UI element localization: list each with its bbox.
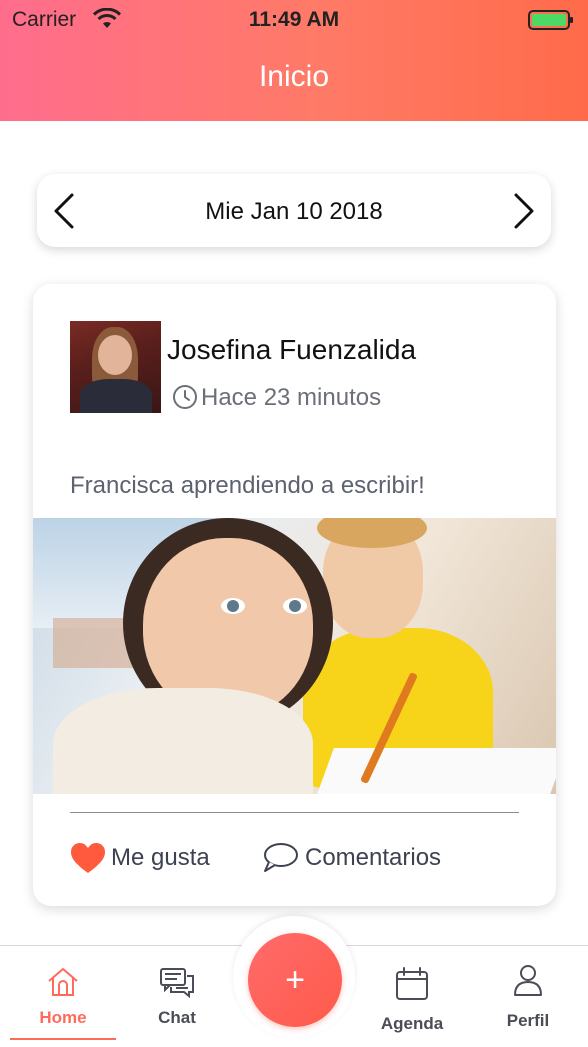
- chat-icon: [160, 968, 194, 999]
- current-date: Mie Jan 10 2018: [205, 198, 383, 225]
- tab-chat-label: Chat: [158, 1008, 196, 1027]
- battery-icon: [528, 10, 573, 30]
- tab-home-label: Home: [39, 1008, 87, 1027]
- tab-home[interactable]: Home: [10, 946, 116, 1047]
- clock-icon: [173, 385, 197, 409]
- home-icon: [48, 968, 78, 996]
- post-card: Josefina Fuenzalida Hace 23 minutos Fran…: [33, 284, 556, 906]
- tab-perfil-label: Perfil: [506, 1011, 550, 1030]
- date-selector: Mie Jan 10 2018: [37, 174, 551, 247]
- divider: [70, 812, 519, 813]
- post-author[interactable]: Josefina Fuenzalida: [167, 334, 416, 366]
- app-header: Carrier 11:49 AM Inicio: [0, 0, 588, 121]
- calendar-icon: [396, 967, 428, 1000]
- tab-agenda[interactable]: Agenda: [362, 946, 462, 1047]
- user-icon: [514, 965, 542, 996]
- comments-label: Comentarios: [305, 844, 442, 871]
- post-photo[interactable]: [33, 518, 556, 794]
- tab-agenda-label: Agenda: [380, 1014, 444, 1033]
- status-bar: Carrier 11:49 AM: [0, 0, 588, 40]
- add-post-button[interactable]: +: [248, 933, 342, 1027]
- heart-icon: [71, 843, 105, 873]
- post-caption: Francisca aprendiendo a escribir!: [70, 472, 425, 499]
- status-time: 11:49 AM: [248, 8, 340, 31]
- tab-chat[interactable]: Chat: [125, 946, 229, 1047]
- like-label: Me gusta: [111, 844, 210, 871]
- comment-bubble-icon: [264, 843, 298, 872]
- page-title: Inicio: [258, 60, 330, 93]
- avatar[interactable]: [70, 321, 161, 413]
- active-tab-indicator: [10, 1038, 116, 1040]
- comments-button[interactable]: Comentarios: [261, 838, 441, 878]
- like-button[interactable]: Me gusta: [69, 838, 210, 878]
- chevron-right-icon[interactable]: [510, 192, 538, 230]
- tab-perfil[interactable]: Perfil: [478, 946, 578, 1047]
- post-timestamp: Hace 23 minutos: [201, 384, 382, 411]
